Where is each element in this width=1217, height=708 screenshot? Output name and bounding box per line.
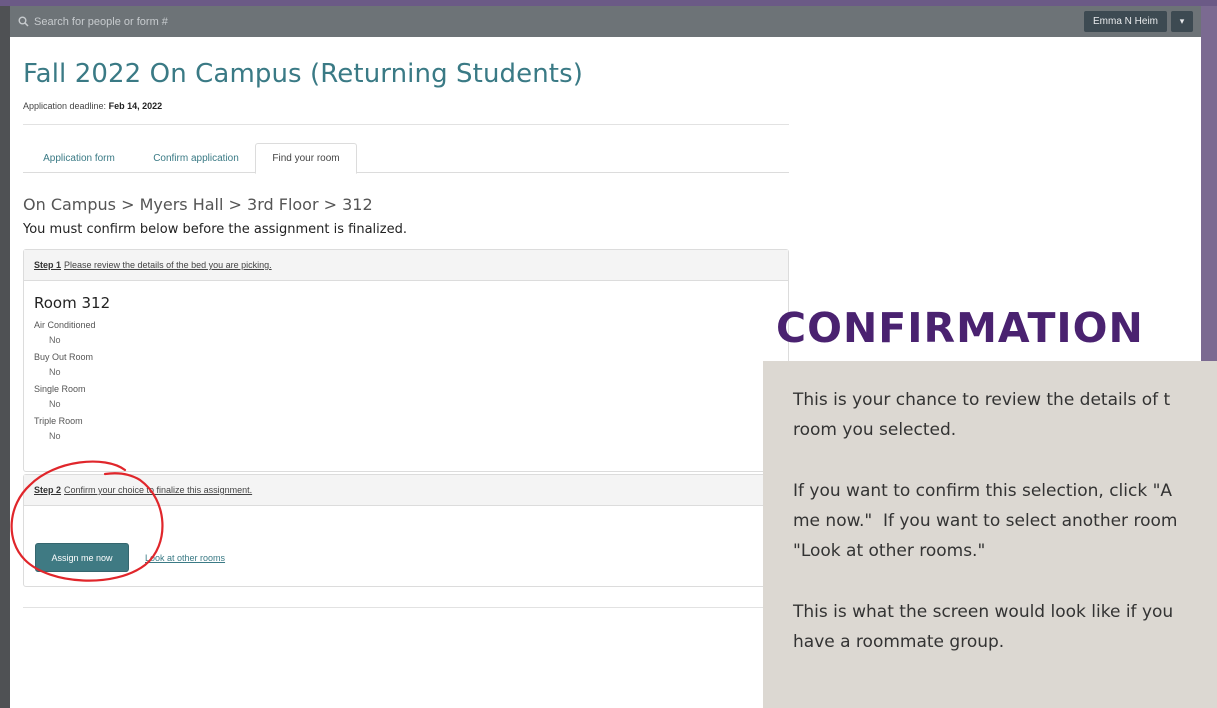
look-at-other-rooms-link[interactable]: Look at other rooms — [145, 553, 225, 563]
step1-panel: Step 1 Please review the details of the … — [23, 249, 789, 472]
attr-value: No — [49, 399, 61, 409]
chevron-down-icon[interactable]: ▾ — [1171, 11, 1193, 32]
explanation-paragraph: If you want to confirm this selection, c… — [793, 481, 1178, 561]
deadline-label: Application deadline: — [23, 101, 107, 111]
attr-label: Air Conditioned — [34, 320, 96, 330]
confirmation-heading: CONFIRMATION — [776, 304, 1144, 352]
user-menu-button[interactable]: Emma N Heim — [1083, 11, 1167, 32]
tab-bar: Application form Confirm application Fin… — [23, 143, 789, 174]
attr-value: No — [49, 431, 61, 441]
step2-text: Confirm your choice to finalize this ass… — [64, 485, 253, 495]
attr-label: Single Room — [34, 384, 86, 394]
step1-header: Step 1 Please review the details of the … — [24, 250, 788, 281]
window-frame-left — [0, 6, 10, 708]
application-deadline: Application deadline: Feb 14, 2022 — [23, 101, 162, 111]
assign-me-now-button[interactable]: Assign me now — [35, 543, 129, 572]
divider — [23, 607, 789, 608]
room-title: Room 312 — [34, 294, 111, 312]
step2-panel: Step 2 Confirm your choice to finalize t… — [23, 474, 789, 587]
step1-text: Please review the details of the bed you… — [64, 260, 272, 270]
page-title: Fall 2022 On Campus (Returning Students) — [23, 59, 583, 89]
attr-value: No — [49, 367, 61, 377]
attr-value: No — [49, 335, 61, 345]
tab-find-your-room[interactable]: Find your room — [255, 143, 357, 174]
step2-label: Step 2 — [34, 485, 62, 495]
top-search-bar: Search for people or form # Emma N Heim … — [10, 6, 1201, 37]
attr-label: Triple Room — [34, 416, 83, 426]
breadcrumb: On Campus > Myers Hall > 3rd Floor > 312 — [23, 195, 373, 214]
search-placeholder: Search for people or form # — [34, 15, 168, 28]
confirmation-explanation-box: This is your chance to review the detail… — [763, 361, 1217, 708]
explanation-paragraph: This is your chance to review the detail… — [793, 390, 1171, 440]
confirm-notice: You must confirm below before the assign… — [23, 222, 407, 237]
explanation-paragraph: This is what the screen would look like … — [793, 602, 1174, 652]
search-input[interactable]: Search for people or form # — [18, 6, 168, 37]
deadline-value: Feb 14, 2022 — [108, 101, 163, 111]
tab-confirm-application[interactable]: Confirm application — [141, 143, 251, 173]
tab-application-form[interactable]: Application form — [23, 143, 135, 173]
step2-header: Step 2 Confirm your choice to finalize t… — [24, 475, 788, 506]
step1-label: Step 1 — [34, 260, 62, 270]
search-icon — [18, 16, 29, 27]
divider — [23, 124, 789, 125]
attr-label: Buy Out Room — [34, 352, 94, 362]
